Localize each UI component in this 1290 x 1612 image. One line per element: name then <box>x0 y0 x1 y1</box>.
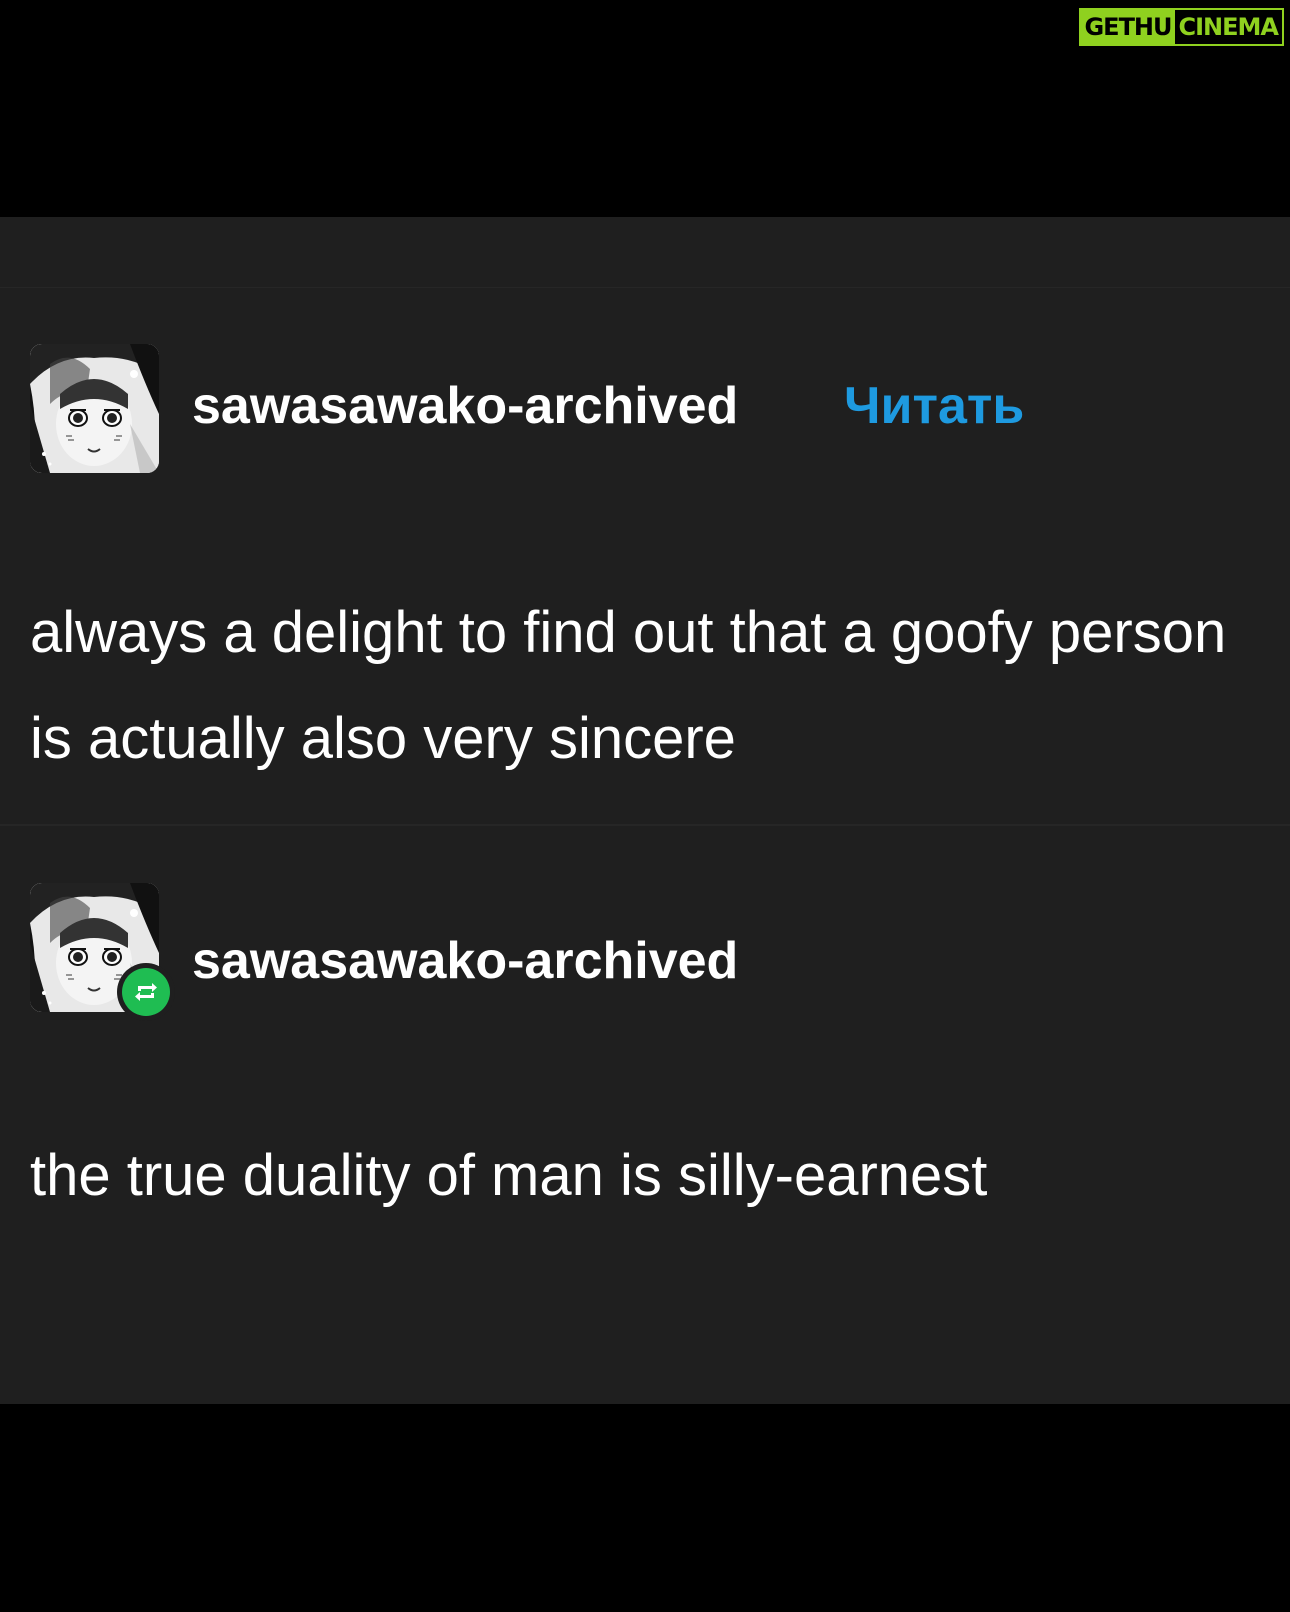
top-divider <box>0 287 1290 288</box>
post-divider <box>0 824 1290 826</box>
reblog-badge <box>117 963 175 1021</box>
post-username[interactable]: sawasawako-archived <box>192 376 738 436</box>
watermark-left-text: GETHU <box>1081 10 1175 44</box>
avatar-drawing <box>30 344 159 473</box>
original-post: sawasawako-archived Читать always a deli… <box>0 344 1290 771</box>
post-header: sawasawako-archived <box>0 883 1290 1021</box>
post-body-text: always a delight to find out that a goof… <box>30 600 1227 771</box>
reblog-post: sawasawako-archived the true duality of … <box>0 883 1290 1208</box>
reblog-icon <box>122 968 170 1016</box>
post-header: sawasawako-archived Читать <box>0 344 1290 474</box>
post-body-text: the true duality of man is silly-earnest <box>30 1143 988 1208</box>
reblog-arrows <box>135 983 157 1001</box>
manga-avatar-icon[interactable] <box>30 344 159 473</box>
watermark-logo: GETHU CINEMA <box>1079 8 1284 46</box>
post-username[interactable]: sawasawako-archived <box>192 931 738 991</box>
follow-button[interactable]: Читать <box>844 376 1024 436</box>
watermark-right-text: CINEMA <box>1174 10 1282 44</box>
post-thread-panel: sawasawako-archived Читать always a deli… <box>0 217 1290 1404</box>
